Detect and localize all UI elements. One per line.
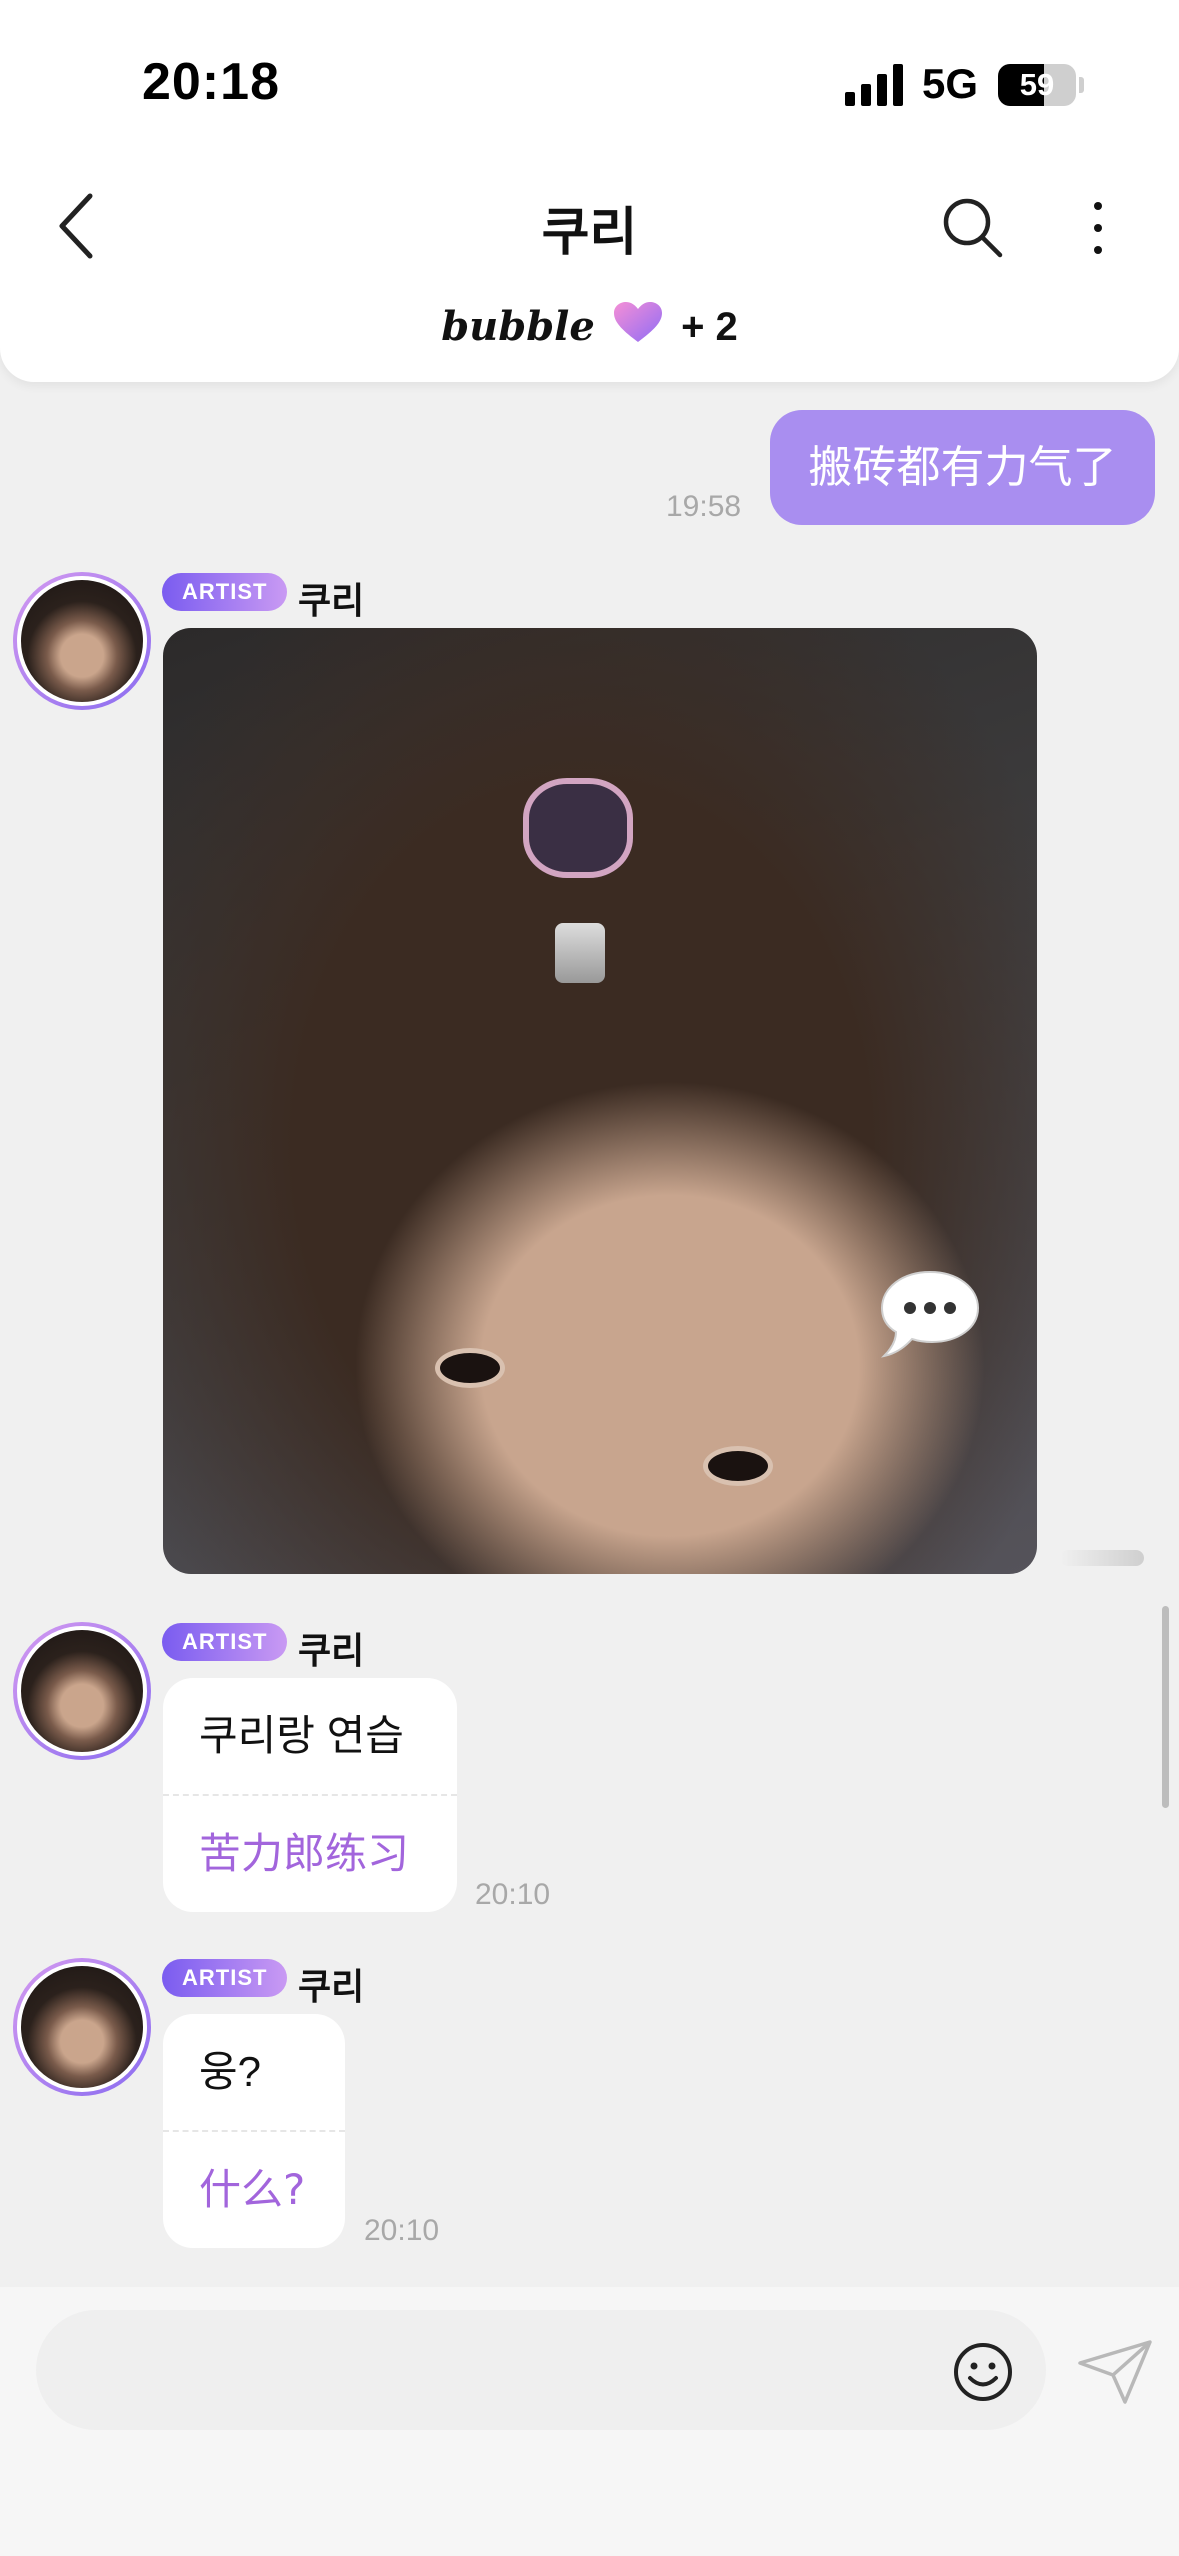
signal-icon <box>845 62 905 106</box>
search-icon <box>943 198 1003 258</box>
message-time: 20:10 <box>475 1878 551 1911</box>
artist-badge: ARTIST <box>162 1959 288 1997</box>
sent-message-time: 19:58 <box>666 490 742 523</box>
battery-icon: 59 <box>998 64 1076 106</box>
bubble-subscription[interactable]: bubble + 2 <box>0 300 1179 350</box>
emoji-button[interactable] <box>952 2341 1014 2403</box>
photo-reply-button[interactable] <box>878 1268 982 1360</box>
status-time: 20:18 <box>142 53 280 111</box>
bubble-logo: bubble <box>441 303 595 350</box>
message-original: 쿠리랑 연습 <box>199 1712 404 1759</box>
message-input[interactable] <box>36 2310 1046 2430</box>
scrollbar[interactable] <box>1162 1606 1169 1808</box>
heart-icon <box>613 302 662 342</box>
photo-eye-right <box>703 1446 773 1486</box>
speech-bubble-icon <box>880 1270 980 1358</box>
message-bubble[interactable]: 웅? 什么? <box>163 2014 345 2248</box>
photo-eye-left <box>435 1348 505 1388</box>
battery-nub <box>1079 77 1084 93</box>
artist-badge: ARTIST <box>162 573 288 611</box>
message-input-bar <box>0 2287 1179 2556</box>
sent-message-bubble[interactable]: 搬砖都有力气了 <box>770 410 1155 525</box>
emoji-icon <box>954 2343 1012 2401</box>
message-original: 웅? <box>199 2048 261 2095</box>
artist-avatar[interactable] <box>13 572 151 710</box>
more-vertical-icon <box>1094 202 1102 210</box>
more-options-button[interactable] <box>1080 198 1116 258</box>
artist-name: 쿠리 <box>298 1630 365 1671</box>
send-button[interactable] <box>1077 2339 1153 2405</box>
artist-badge: ARTIST <box>162 1623 288 1661</box>
scroll-edge <box>1060 1550 1144 1566</box>
message-translation: 苦力郎练习 <box>163 1794 457 1910</box>
header: 20:18 5G 59 쿠리 bubble + 2 <box>0 0 1179 382</box>
artist-name: 쿠리 <box>298 580 365 621</box>
bubble-count: + 2 <box>681 305 738 349</box>
message-time: 20:10 <box>364 2214 440 2247</box>
search-button[interactable] <box>940 195 1004 259</box>
photo-clip-metal <box>555 923 605 983</box>
message-photo[interactable] <box>163 628 1037 1574</box>
send-icon <box>1078 2340 1152 2404</box>
message-bubble[interactable]: 쿠리랑 연습 苦力郎练习 <box>163 1678 457 1912</box>
artist-avatar[interactable] <box>13 1622 151 1760</box>
network-label: 5G <box>922 60 979 107</box>
photo-hair-clip <box>523 778 633 878</box>
battery-level: 59 <box>1019 67 1055 102</box>
message-translation: 什么? <box>163 2130 345 2246</box>
artist-name: 쿠리 <box>298 1966 365 2007</box>
artist-avatar[interactable] <box>13 1958 151 2096</box>
chat-screen: 20:18 5G 59 쿠리 bubble + 2 搬砖都有力气了 19:58 … <box>0 0 1179 2556</box>
